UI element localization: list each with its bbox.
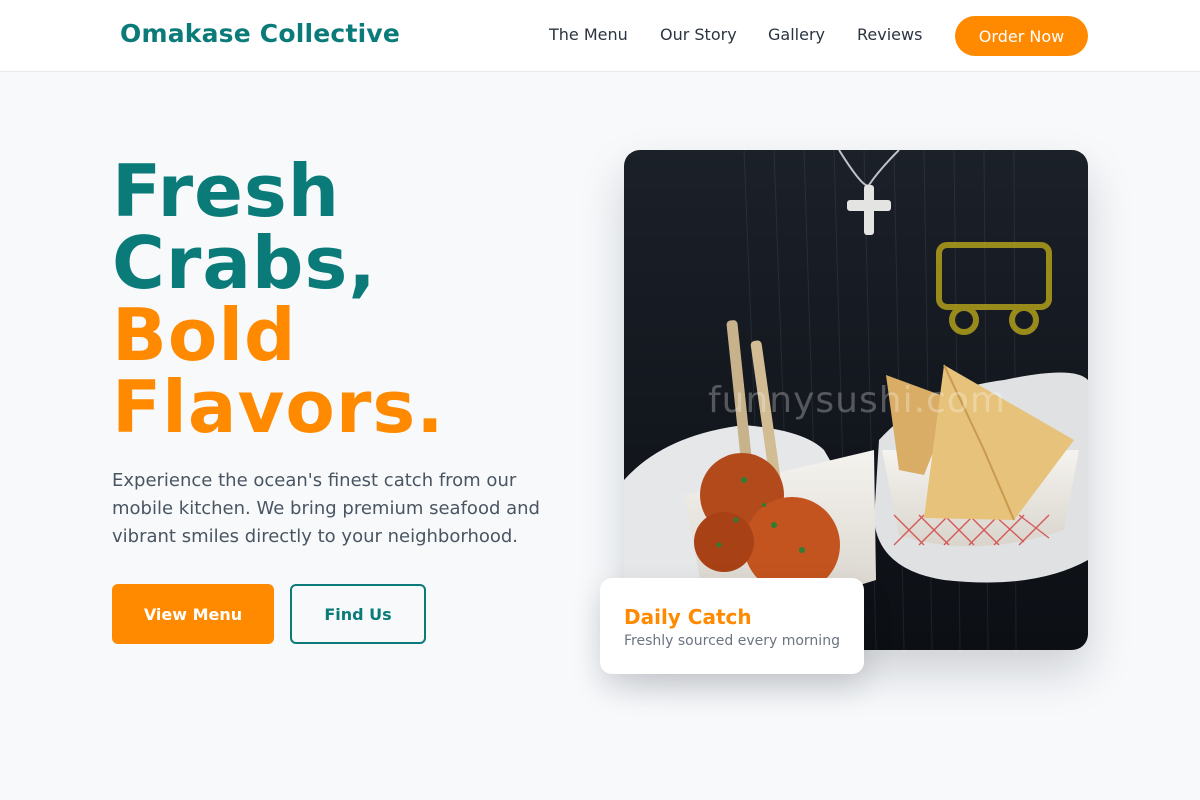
order-now-button[interactable]: Order Now [955, 16, 1088, 56]
hero-description: Experience the ocean's finest catch from… [112, 470, 540, 547]
top-navbar: Omakase Collective The Menu Our Story Ga… [0, 0, 1200, 72]
daily-catch-title: Daily Catch [624, 605, 752, 629]
image-watermark: funnysushi.com [708, 380, 1006, 421]
brand-logo-text[interactable]: Omakase Collective [120, 19, 400, 48]
hero-food-photo: funnysushi.com [624, 150, 1088, 650]
find-us-button[interactable]: Find Us [290, 584, 426, 644]
nav-link-gallery[interactable]: Gallery [768, 25, 825, 44]
hero-title: Fresh Crabs, Bold Flavors. [112, 155, 445, 443]
hero-title-line-3: Bold [112, 293, 297, 377]
hero-title-line-2: Crabs, [112, 221, 377, 305]
daily-catch-card: Daily Catch Freshly sourced every mornin… [600, 578, 864, 674]
hero-title-line-1: Fresh [112, 149, 341, 233]
daily-catch-subtitle: Freshly sourced every morning [624, 633, 840, 649]
nav-link-our-story[interactable]: Our Story [660, 25, 737, 44]
view-menu-button[interactable]: View Menu [112, 584, 274, 644]
nav-link-reviews[interactable]: Reviews [857, 25, 922, 44]
nav-link-menu[interactable]: The Menu [549, 25, 628, 44]
hero-title-line-4: Flavors. [112, 365, 445, 449]
